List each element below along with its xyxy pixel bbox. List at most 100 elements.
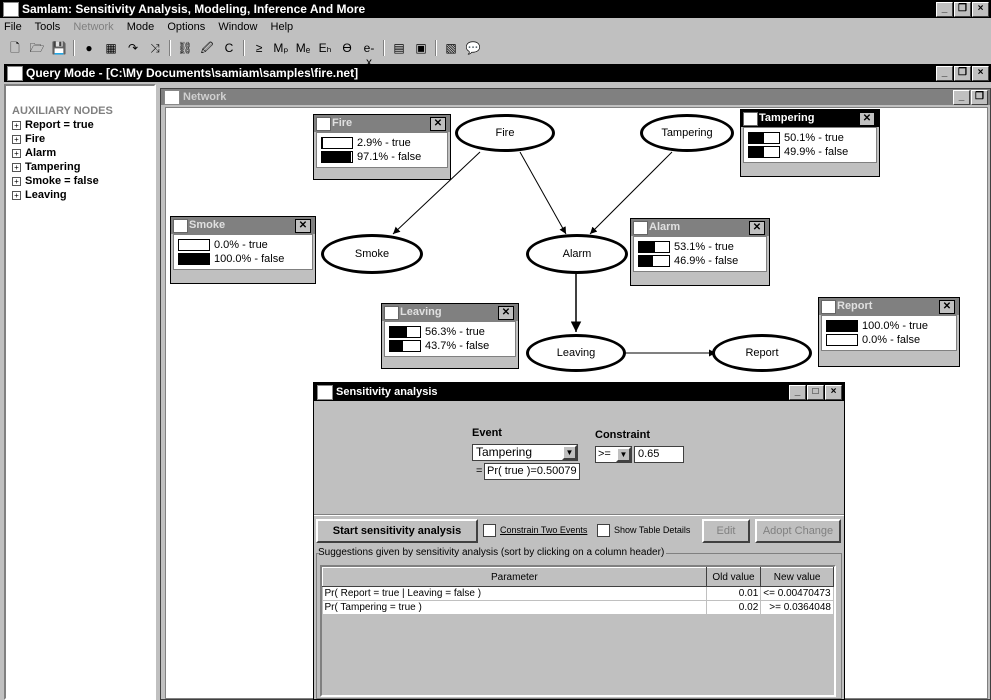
sensitivity-close-button[interactable]: ×: [825, 385, 842, 400]
close-icon[interactable]: ✕: [498, 306, 514, 320]
menu-tools[interactable]: Tools: [35, 21, 61, 33]
cell-old-value: 0.01: [706, 586, 762, 601]
column-header-new-value[interactable]: New value: [760, 567, 834, 587]
network-window-icon: [164, 90, 180, 105]
operator-select[interactable]: >= ▼: [595, 446, 632, 463]
column-header-parameter[interactable]: Parameter: [322, 567, 707, 587]
tree-item-tampering[interactable]: + Tampering: [12, 160, 154, 174]
node-leaving[interactable]: Leaving: [526, 334, 626, 372]
monitor2-icon[interactable]: ▣: [413, 41, 429, 55]
toolbar: 🗋 🗁 💾 ● ▦ ↷ ⤨ ⛓ 🖉 C ≥ Mₚ Mₑ Eₕ ϴe-x ▤ ▣ ▧ 💬: [0, 36, 991, 69]
ge-icon[interactable]: ≥: [251, 41, 267, 55]
tree-item-leaving[interactable]: + Leaving: [12, 188, 154, 202]
tree-header: AUXILIARY NODES: [12, 105, 113, 117]
node-alarm[interactable]: Alarm: [526, 234, 628, 274]
calc-icon[interactable]: ▧: [443, 41, 459, 55]
toolbar-separator: [73, 40, 75, 56]
sensitivity-minimize-button[interactable]: _: [789, 385, 806, 400]
cell-new-value: >= 0.0364048: [760, 600, 834, 615]
mpe-icon[interactable]: Mₚ: [273, 41, 289, 55]
cursor-c-icon[interactable]: C: [221, 41, 237, 55]
mpe-e-icon[interactable]: Mₑ: [295, 41, 311, 55]
edge-icon[interactable]: ↷: [125, 41, 141, 55]
expand-icon[interactable]: +: [12, 176, 21, 186]
monitor-icon: [316, 117, 331, 131]
query-window-icon: [7, 66, 23, 81]
menu-mode[interactable]: Mode: [127, 21, 155, 33]
expand-icon[interactable]: +: [12, 190, 21, 200]
adopt-change-button[interactable]: Adopt Change: [755, 519, 841, 543]
record-icon[interactable]: ●: [81, 41, 97, 55]
toolbar-separator: [169, 40, 171, 56]
checkbox-icon[interactable]: [597, 524, 610, 537]
close-icon[interactable]: ✕: [295, 219, 311, 233]
save-icon[interactable]: 💾: [51, 41, 67, 55]
tree-item-report[interactable]: + Report = true: [12, 118, 154, 132]
close-icon[interactable]: ✕: [859, 112, 875, 126]
monitor-body: 100.0% - true 0.0% - false: [821, 315, 957, 351]
monitor-icon: [821, 300, 836, 314]
restore-button[interactable]: ❐: [954, 2, 971, 17]
close-icon[interactable]: ✕: [749, 221, 765, 235]
delete-edge-icon[interactable]: ⤨: [147, 41, 163, 55]
tree-item-fire[interactable]: + Fire: [12, 132, 154, 146]
network-restore-button[interactable]: ❐: [971, 90, 988, 105]
query-close-button[interactable]: ×: [972, 66, 989, 81]
constrain-two-events-checkbox[interactable]: Constrain Two Events: [483, 524, 587, 537]
open-folder-icon[interactable]: 🗁: [29, 41, 45, 55]
checkbox-icon[interactable]: [483, 524, 496, 537]
chevron-down-icon[interactable]: ▼: [616, 447, 631, 462]
expand-icon[interactable]: +: [12, 162, 21, 172]
menu-options[interactable]: Options: [167, 21, 205, 33]
minimize-button[interactable]: _: [936, 2, 953, 17]
menu-help[interactable]: Help: [271, 21, 294, 33]
monitor-title-bar: Smoke ✕: [171, 217, 315, 234]
chevron-down-icon[interactable]: ▼: [562, 445, 577, 460]
new-file-icon[interactable]: 🗋: [7, 41, 23, 55]
query-restore-button[interactable]: ❐: [954, 66, 971, 81]
speech-icon[interactable]: 💬: [465, 41, 481, 55]
node-report[interactable]: Report: [712, 334, 812, 372]
monitor-row: 56.3% - true: [389, 325, 511, 339]
start-sensitivity-button[interactable]: Start sensitivity analysis: [316, 519, 478, 543]
sensitivity-maximize-button[interactable]: □: [807, 385, 824, 400]
tree-item-smoke[interactable]: + Smoke = false: [12, 174, 154, 188]
network-minimize-button[interactable]: _: [953, 90, 970, 105]
cell-old-value: 0.02: [706, 600, 762, 615]
show-table-details-checkbox[interactable]: Show Table Details: [597, 524, 690, 537]
node-tampering[interactable]: Tampering: [640, 114, 734, 152]
expand-icon[interactable]: +: [12, 134, 21, 144]
close-icon[interactable]: ✕: [430, 117, 446, 131]
eh-icon[interactable]: Eₕ: [317, 41, 333, 55]
menu-network[interactable]: Network: [73, 21, 113, 33]
monitor-row: 49.9% - false: [748, 145, 872, 159]
probability-bar: [321, 151, 353, 164]
probability-field: Pr( true )=0.50079: [484, 463, 580, 480]
theta-icon[interactable]: ϴ: [339, 41, 355, 55]
close-icon[interactable]: ✕: [939, 300, 955, 314]
monitor-icon[interactable]: ▤: [391, 41, 407, 55]
tree-item-alarm[interactable]: + Alarm: [12, 146, 154, 160]
query-minimize-button[interactable]: _: [936, 66, 953, 81]
menu-file[interactable]: File: [4, 21, 22, 33]
table-row[interactable]: Pr( Tampering = true ) 0.02 >= 0.0364048: [322, 600, 834, 615]
close-button[interactable]: ×: [972, 2, 989, 17]
grid-icon[interactable]: ▦: [103, 41, 119, 55]
expand-icon[interactable]: +: [12, 120, 21, 130]
probability-bar: [638, 255, 670, 268]
monitor-row: 46.9% - false: [638, 254, 762, 268]
ex-icon[interactable]: e-x: [361, 41, 377, 69]
event-select[interactable]: Tampering ▼: [472, 444, 578, 461]
menu-window[interactable]: Window: [218, 21, 257, 33]
column-header-old-value[interactable]: Old value: [705, 567, 762, 587]
expand-icon[interactable]: +: [12, 148, 21, 158]
network-icon[interactable]: ⛓: [177, 41, 193, 55]
table-row[interactable]: Pr( Report = true | Leaving = false ) 0.…: [322, 586, 834, 601]
probability-label: 0.0% - false: [862, 334, 921, 346]
node-smoke[interactable]: Smoke: [321, 234, 423, 274]
monitor-row: 100.0% - false: [178, 252, 308, 266]
edit-button[interactable]: Edit: [702, 519, 750, 543]
threshold-input[interactable]: 0.65: [634, 446, 684, 463]
node-fire[interactable]: Fire: [455, 114, 555, 152]
edit-icon[interactable]: 🖉: [199, 41, 215, 55]
